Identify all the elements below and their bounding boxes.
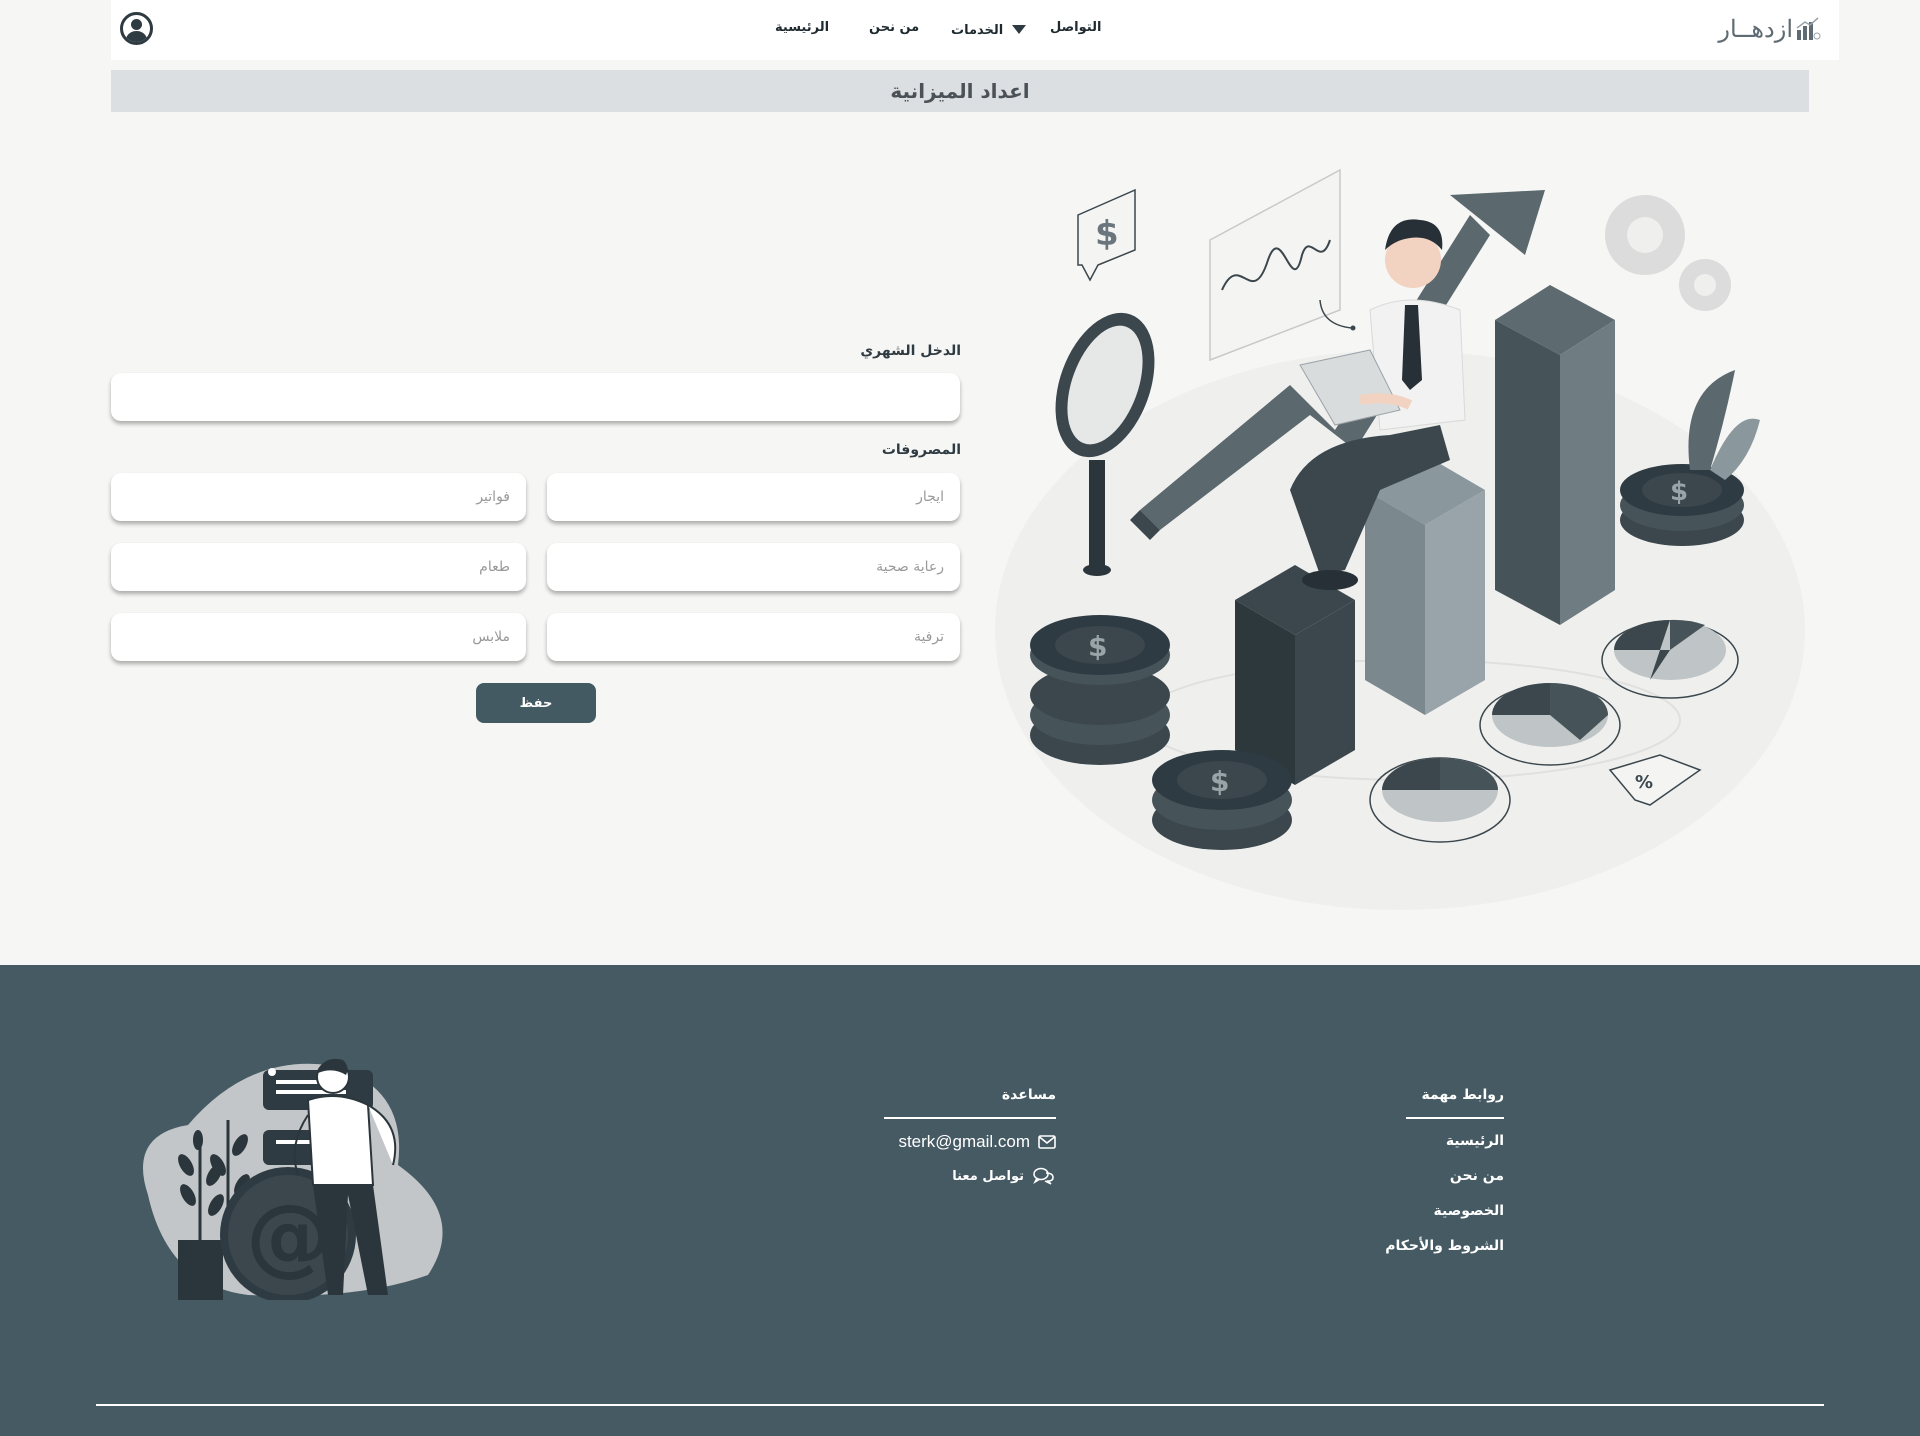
expenses-label: المصروفات: [881, 442, 961, 458]
bar-middle: [1365, 455, 1485, 715]
svg-text:$: $: [1088, 630, 1107, 663]
page-title: اعداد الميزانية: [111, 70, 1809, 112]
coin-stack-icon: $: [1030, 615, 1170, 765]
footer-contact-link[interactable]: تواصل معنا: [884, 1159, 1056, 1193]
footer-email: sterk@gmail.com: [898, 1132, 1030, 1151]
footer-link-about[interactable]: من نحن: [1385, 1164, 1504, 1199]
svg-text:%: %: [1635, 772, 1653, 793]
dollar-card-icon: $: [1077, 188, 1136, 282]
finance-growth-illustration: $ $ $ $ %: [995, 168, 1805, 910]
coin-stack-icon: $: [1152, 750, 1292, 850]
save-button[interactable]: حفظ: [476, 683, 596, 723]
footer-help-heading: مساعدة: [884, 1087, 1056, 1119]
clothes-input[interactable]: [111, 613, 526, 661]
healthcare-input[interactable]: [547, 543, 960, 591]
bar-chart-logo-icon: [1796, 17, 1821, 40]
services-label: الخدمات: [951, 23, 1004, 38]
footer-links-heading: روابط مهمة: [1406, 1087, 1504, 1119]
top-navbar: الرئيسية من نحن الخدمات التواصل ازدهــار: [111, 0, 1839, 60]
footer-important-links: روابط مهمة الرئيسية من نحن الخصوصية الشر…: [1385, 1087, 1504, 1269]
svg-text:$: $: [1210, 765, 1229, 798]
rent-input[interactable]: [547, 473, 960, 521]
caret-down-icon: [1011, 25, 1026, 34]
contact-at-illustration: @: [143, 1058, 443, 1300]
brand-name: ازدهــار: [1718, 15, 1793, 43]
brand-logo[interactable]: ازدهــار: [1718, 12, 1821, 46]
nav-link-services[interactable]: الخدمات: [951, 23, 1026, 38]
food-input[interactable]: [111, 543, 526, 591]
footer-link-home[interactable]: الرئيسية: [1385, 1129, 1504, 1164]
bar-short: [1235, 565, 1355, 785]
svg-text:$: $: [1670, 477, 1688, 507]
footer: روابط مهمة الرئيسية من نحن الخصوصية الشر…: [0, 965, 1920, 1436]
plant-icon: [1688, 370, 1760, 480]
footer-help: مساعدة sterk@gmail.com تواصل معنا: [884, 1087, 1056, 1193]
entertainment-input[interactable]: [547, 613, 960, 661]
footer-divider: [96, 1404, 1824, 1406]
bar-tall: [1495, 285, 1615, 625]
footer-link-privacy[interactable]: الخصوصية: [1385, 1199, 1504, 1234]
footer-contact-us: تواصل معنا: [952, 1168, 1024, 1184]
nav-links: الرئيسية من نحن الخدمات التواصل: [111, 20, 1839, 40]
chat-bubbles-icon: [1033, 1167, 1054, 1185]
monthly-income-input[interactable]: [111, 373, 960, 421]
nav-link-home[interactable]: الرئيسية: [775, 20, 829, 35]
footer-link-terms[interactable]: الشروط والأحكام: [1385, 1234, 1504, 1269]
svg-text:$: $: [1095, 214, 1119, 254]
nav-link-contact[interactable]: التواصل: [1050, 20, 1101, 35]
envelope-icon: [1038, 1135, 1056, 1149]
line-chart-card-icon: [1209, 168, 1356, 362]
income-label: الدخل الشهري: [860, 343, 961, 359]
nav-link-about[interactable]: من نحن: [869, 20, 919, 35]
gear-icon: [1605, 195, 1731, 311]
footer-email-link[interactable]: sterk@gmail.com: [884, 1125, 1056, 1159]
bills-input[interactable]: [111, 473, 526, 521]
